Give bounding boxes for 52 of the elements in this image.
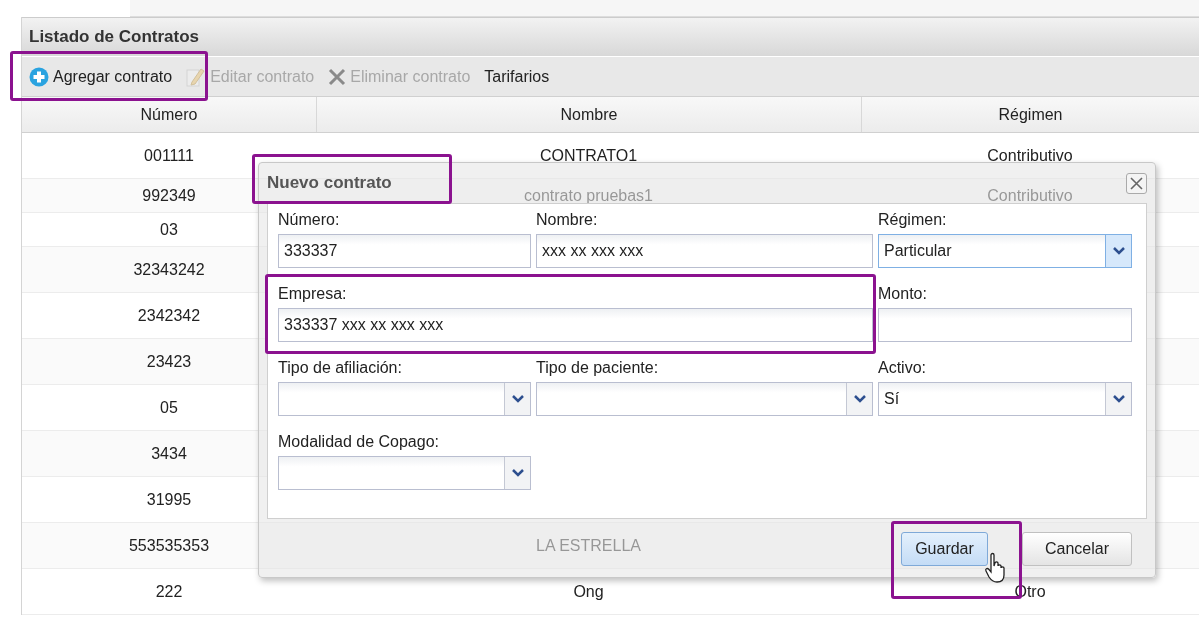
field-label: Tipo de afiliación: — [278, 358, 402, 378]
field-label: Nombre: — [536, 210, 598, 230]
table-cell-text: 222 — [155, 581, 183, 602]
field-label: Modalidad de Copago: — [278, 432, 439, 452]
table-cell-text: 31995 — [146, 489, 192, 510]
text-field[interactable] — [878, 308, 1132, 342]
text-field[interactable]: xxx xx xxx xxx — [536, 234, 873, 268]
dropdown-field[interactable] — [278, 382, 531, 416]
column-header[interactable]: Nombre — [316, 97, 861, 132]
field-label: Activo: — [878, 358, 926, 378]
close-button[interactable] — [1126, 172, 1147, 194]
table-cell-text: 001111 — [144, 145, 194, 166]
field-label: Tipo de paciente: — [536, 358, 659, 378]
toolbar-button[interactable]: Agregar contrato — [29, 64, 173, 89]
table-cell-text: contrato pruebas1 — [524, 185, 653, 206]
table-cell-text: 3434 — [151, 443, 187, 464]
table-cell-text: Ong — [573, 581, 604, 602]
table-cell-text: Contributivo — [987, 145, 1073, 166]
column-header[interactable]: Número — [22, 97, 316, 132]
plus-icon — [29, 66, 49, 87]
table-cell-text: 992349 — [142, 185, 196, 206]
table-cell-text: 23423 — [146, 351, 192, 372]
panel-title: Listado de Contratos — [29, 26, 199, 49]
close-icon — [1130, 176, 1143, 190]
column-header[interactable]: Régimen — [861, 97, 1199, 132]
dialog-title: Nuevo contrato — [267, 172, 392, 195]
table-cell-text: 03 — [160, 219, 178, 240]
cancel-button[interactable]: Cancelar — [1022, 532, 1132, 566]
table-cell-text: 2342342 — [137, 305, 201, 326]
dropdown-field[interactable]: Sí — [878, 382, 1132, 416]
table-cell-text: CONTRATO1 — [539, 145, 638, 166]
chevron-down-icon — [1112, 395, 1125, 403]
table-cell-text: 32343242 — [133, 259, 205, 280]
close-icon — [328, 67, 347, 86]
field-label: Número: — [278, 210, 340, 230]
text-field[interactable]: 333337 — [278, 234, 531, 268]
dropdown-field[interactable]: Particular — [878, 234, 1132, 268]
save-button[interactable]: Guardar — [901, 532, 988, 566]
chevron-down-icon — [853, 395, 866, 403]
table-cell-text: 553535353 — [128, 535, 210, 556]
field-label: Empresa: — [278, 284, 347, 304]
dropdown-field[interactable] — [536, 382, 873, 416]
field-label: Monto: — [878, 284, 927, 304]
chevron-down-icon — [511, 395, 524, 403]
toolbar-button[interactable]: Tarifarios — [484, 64, 550, 89]
table-cell-text: LA ESTRELLA — [536, 535, 641, 556]
chevron-down-icon — [511, 469, 524, 477]
table-cell-text: Contributivo — [987, 185, 1073, 206]
field-label: Régimen: — [878, 210, 947, 230]
chevron-down-icon — [1112, 247, 1125, 255]
dropdown-field[interactable] — [278, 456, 531, 490]
table-cell-text: 05 — [160, 397, 178, 418]
